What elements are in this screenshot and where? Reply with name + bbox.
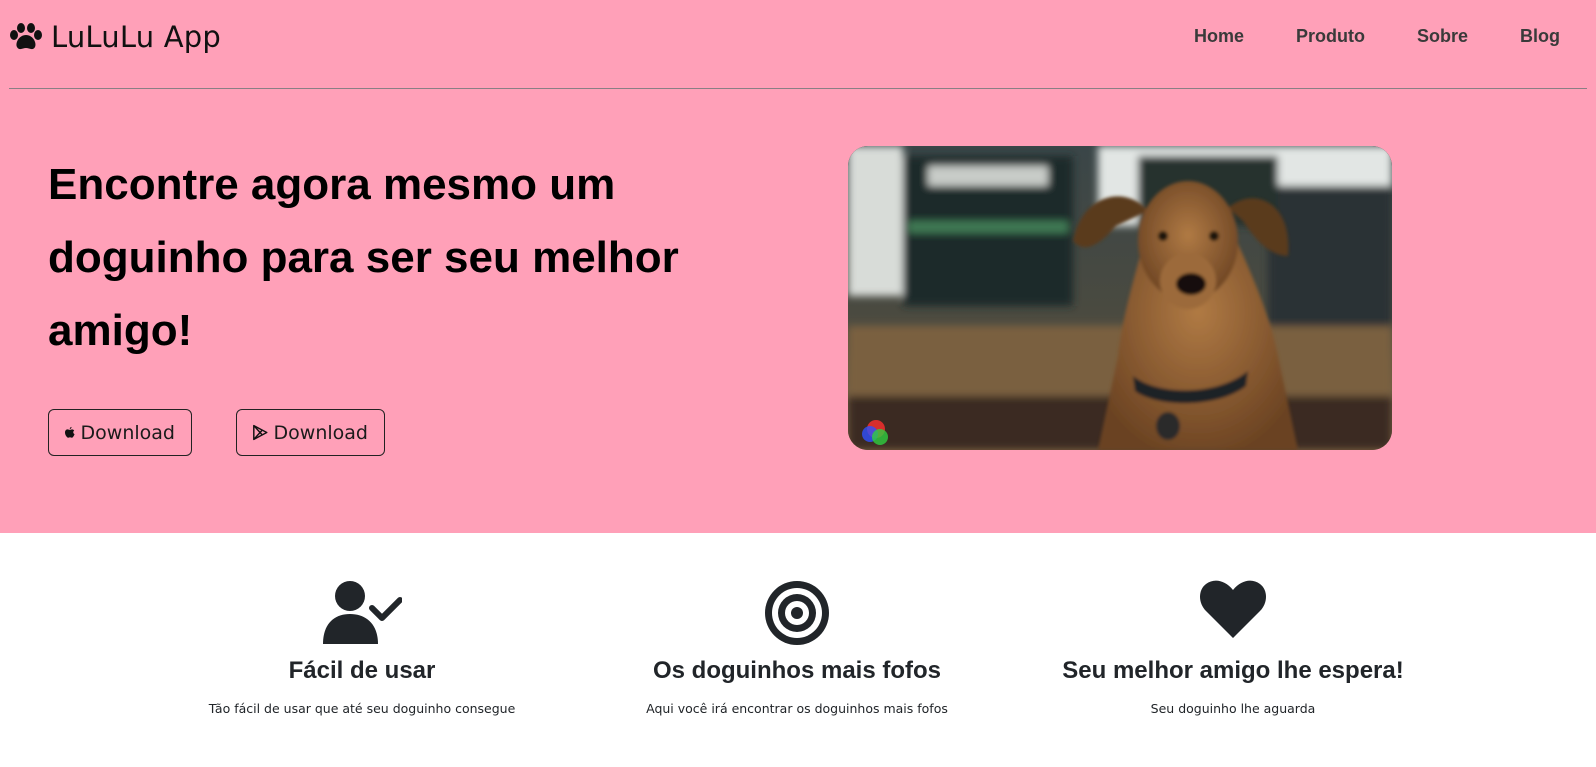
user-check-icon — [323, 581, 402, 644]
app-store-download-label: Download — [80, 421, 175, 444]
nav-link-sobre[interactable]: Sobre — [1417, 26, 1468, 47]
heart-icon — [1200, 580, 1266, 638]
hero-section: LuLuLu App Home Produto Sobre Blog Encon… — [0, 0, 1596, 533]
apple-icon — [65, 426, 75, 438]
nav-link-produto[interactable]: Produto — [1296, 26, 1365, 47]
google-play-icon — [253, 424, 268, 441]
nav-link-blog[interactable]: Blog — [1520, 26, 1560, 47]
brand-name: LuLuLu App — [51, 20, 221, 54]
feature-title: Seu melhor amigo lhe espera! — [1062, 657, 1404, 684]
navbar: LuLuLu App Home Produto Sobre Blog — [0, 0, 1596, 89]
feature-text: Aqui você irá encontrar os doguinhos mai… — [646, 701, 948, 716]
dog-photo — [848, 146, 1392, 450]
features-section: Fácil de usar Tão fácil de usar que até … — [0, 533, 1596, 767]
feature-title: Fácil de usar — [288, 657, 436, 684]
feature-text: Seu doguinho lhe aguarda — [1150, 701, 1316, 716]
target-icon — [765, 581, 829, 645]
feature-text: Tão fácil de usar que até seu doguinho c… — [208, 701, 516, 716]
nav-menu: Home Produto Sobre Blog — [1142, 26, 1560, 47]
google-play-download-label: Download — [273, 421, 368, 444]
feature-title: Os doguinhos mais fofos — [652, 657, 941, 684]
google-play-download-button[interactable]: Download — [236, 409, 385, 456]
nav-link-home[interactable]: Home — [1194, 26, 1244, 47]
paw-icon — [10, 23, 42, 50]
app-store-download-button[interactable]: Download — [48, 409, 192, 456]
hero-headline: Encontre agora mesmo um doguinho para se… — [48, 160, 679, 355]
brand-link[interactable]: LuLuLu App — [9, 20, 221, 54]
nav-divider — [9, 88, 1587, 89]
